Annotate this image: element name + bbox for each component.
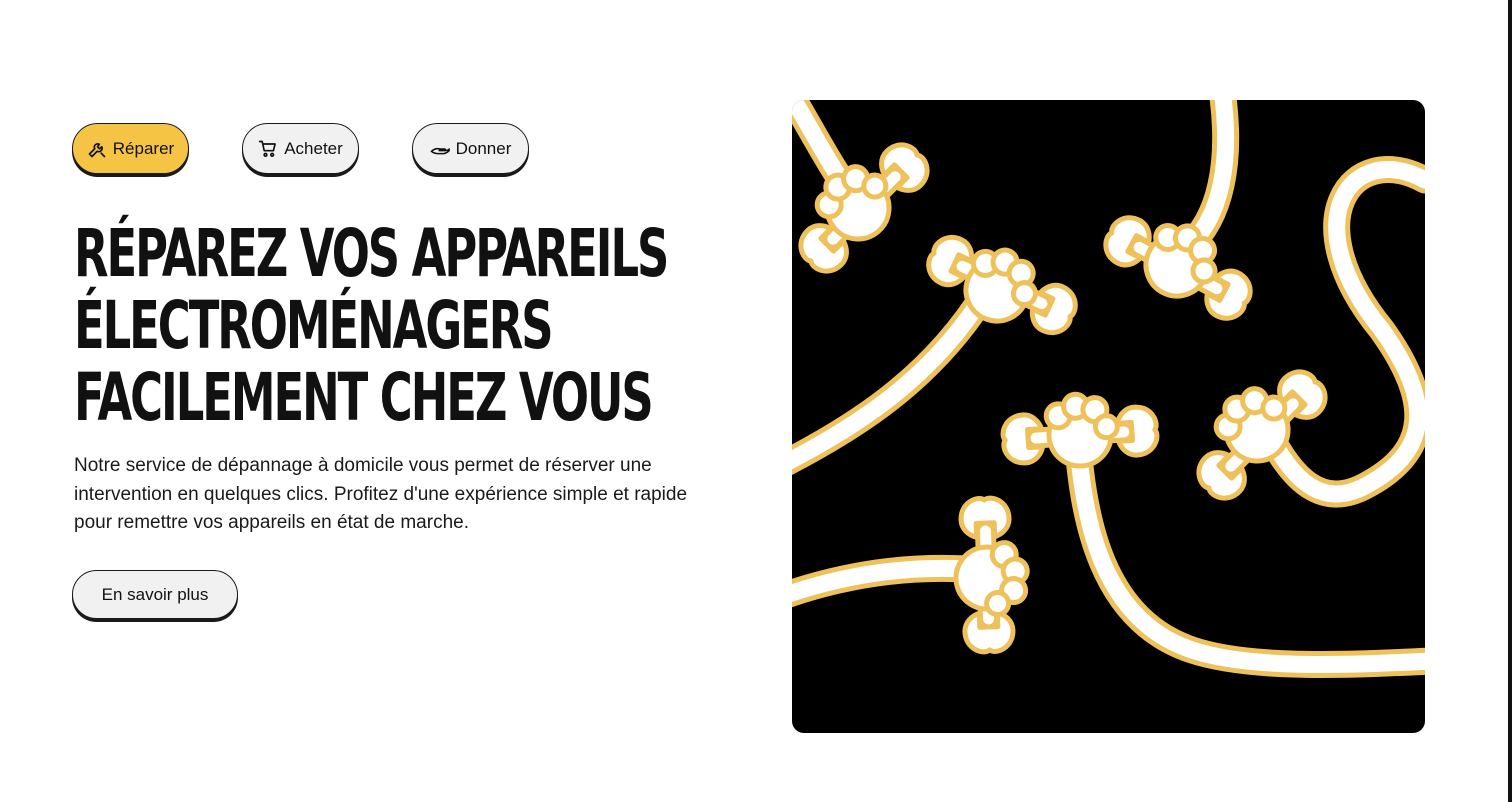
- cart-icon: [258, 139, 278, 159]
- scrollbar-edge: [1508, 0, 1512, 802]
- page: Réparer Acheter Donner RÉPAREZ VOS APPAR…: [0, 0, 1512, 802]
- tab-label: Donner: [455, 138, 512, 158]
- tab-label: Réparer: [112, 138, 175, 158]
- learn-more-label: En savoir plus: [101, 584, 209, 604]
- headline-line-2: électroménagers: [74, 287, 554, 364]
- tab-acheter[interactable]: Acheter: [242, 123, 359, 174]
- tab-reparer[interactable]: Réparer: [72, 123, 189, 174]
- headline-line-1: Réparez vos appareils: [74, 215, 669, 292]
- learn-more-button[interactable]: En savoir plus: [72, 570, 238, 619]
- headline-line-3: facilement chez vous: [74, 359, 654, 436]
- hero-illustration: [792, 100, 1425, 733]
- service-tabs: Réparer Acheter Donner: [72, 123, 529, 174]
- page-title: Réparez vos appareils électroménagers fa…: [74, 215, 669, 436]
- hero-description: Notre service de dépannage à domicile vo…: [74, 455, 688, 533]
- tab-donner[interactable]: Donner: [412, 123, 529, 174]
- giving-hand-icon: [430, 139, 450, 159]
- tab-label: Acheter: [284, 138, 343, 158]
- wrench-icon: [87, 139, 107, 159]
- wrench-arms-illustration: [792, 100, 1425, 678]
